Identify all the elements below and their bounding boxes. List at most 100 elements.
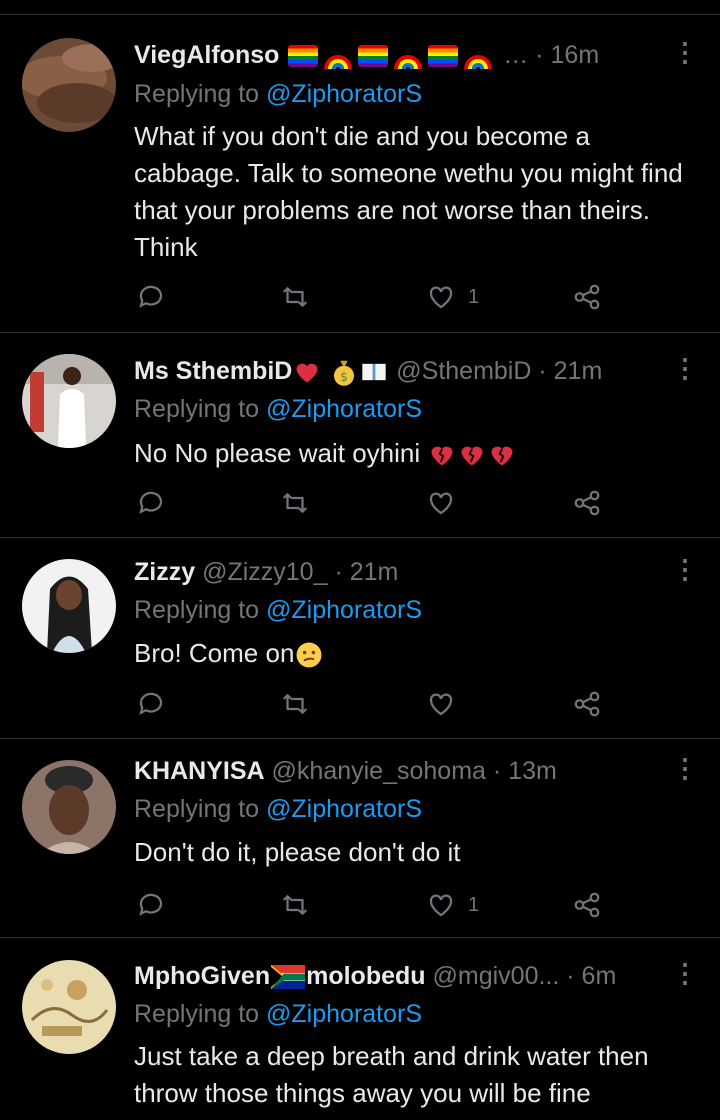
like-button[interactable]: 1 bbox=[426, 277, 479, 317]
replying-to: Replying to @ZiphoratorS bbox=[134, 80, 422, 109]
share-icon bbox=[574, 284, 600, 310]
mention-link[interactable]: @ZiphoratorS bbox=[266, 395, 422, 423]
tweet-text: What if you don't die and you become a c… bbox=[134, 121, 683, 262]
heart-icon bbox=[429, 286, 453, 309]
separator-dot: · bbox=[535, 41, 544, 69]
mention-link[interactable]: @ZiphoratorS bbox=[266, 795, 422, 823]
more-options-icon[interactable]: ⋮ bbox=[672, 556, 698, 586]
name-ellipsis: … bbox=[503, 41, 529, 69]
tweet-text: Bro! Come on bbox=[134, 635, 704, 672]
share-button[interactable] bbox=[572, 684, 602, 724]
avatar[interactable] bbox=[22, 354, 116, 448]
replying-prefix: Replying to bbox=[134, 795, 260, 823]
timestamp[interactable]: 6m bbox=[582, 962, 617, 990]
reply-tweet[interactable]: ViegAlfonso … · 16m ⋮ Replying to @Zipho… bbox=[0, 15, 720, 333]
reply-icon bbox=[139, 491, 163, 514]
reply-button[interactable] bbox=[136, 277, 166, 317]
separator-dot: · bbox=[334, 558, 343, 586]
share-icon bbox=[574, 892, 600, 918]
replying-prefix: Replying to bbox=[134, 80, 260, 108]
avatar[interactable] bbox=[22, 559, 116, 653]
reply-tweet[interactable]: Ms SthembiD $ @SthembiD · 21m ⋮ Replying… bbox=[0, 333, 720, 538]
rainbow-icon bbox=[324, 55, 353, 70]
like-button[interactable] bbox=[426, 483, 456, 523]
like-count: 1 bbox=[468, 893, 480, 916]
separator-dot: · bbox=[538, 357, 547, 385]
avatar[interactable] bbox=[22, 760, 116, 854]
tweet-header: Ms SthembiD $ @SthembiD · 21m bbox=[134, 353, 654, 389]
avatar[interactable] bbox=[22, 38, 116, 132]
retweet-button[interactable] bbox=[280, 277, 310, 317]
like-button[interactable]: 1 bbox=[426, 885, 479, 925]
action-bar: 1 bbox=[134, 885, 614, 925]
like-button[interactable] bbox=[426, 684, 456, 724]
display-name[interactable]: Ms SthembiD bbox=[134, 357, 292, 385]
replying-prefix: Replying to bbox=[134, 596, 260, 624]
separator-dot: · bbox=[492, 757, 502, 785]
timestamp[interactable]: 16m bbox=[551, 41, 600, 69]
action-bar bbox=[134, 483, 614, 523]
display-name[interactable]: KHANYISA bbox=[134, 757, 265, 785]
separator-dot: · bbox=[566, 962, 575, 990]
retweet-icon bbox=[282, 895, 308, 915]
avatar[interactable] bbox=[22, 960, 116, 1054]
reply-button[interactable] bbox=[136, 885, 166, 925]
broken-heart-icon bbox=[491, 446, 513, 466]
reply-tweet[interactable]: KHANYISA @khanyie_sohoma · 13m ⋮ Replyin… bbox=[0, 739, 720, 938]
timestamp[interactable]: 21m bbox=[350, 558, 399, 586]
display-name-suffix[interactable]: molobedu bbox=[306, 962, 425, 990]
share-button[interactable] bbox=[572, 885, 602, 925]
more-options-icon[interactable]: ⋮ bbox=[672, 960, 698, 990]
display-name[interactable]: ViegAlfonso bbox=[134, 41, 279, 69]
reply-button[interactable] bbox=[136, 684, 166, 724]
broken-heart-icon bbox=[461, 446, 483, 466]
broken-heart-icon bbox=[431, 446, 453, 466]
more-options-icon[interactable]: ⋮ bbox=[672, 39, 698, 69]
red-heart-icon bbox=[296, 364, 318, 383]
tweet-text: Don't do it, please don't do it bbox=[134, 837, 461, 867]
rainbow-icon bbox=[394, 55, 423, 70]
book-icon bbox=[362, 364, 386, 381]
timestamp[interactable]: 21m bbox=[554, 357, 603, 385]
reply-tweet[interactable]: Zizzy @Zizzy10_ · 21m ⋮ Replying to @Zip… bbox=[0, 538, 720, 739]
tweet-text: No No please wait oyhini bbox=[134, 435, 704, 472]
user-handle[interactable]: @SthembiD bbox=[396, 357, 531, 385]
share-button[interactable] bbox=[572, 483, 602, 523]
pride-flag-icon bbox=[428, 45, 459, 68]
more-options-icon[interactable]: ⋮ bbox=[672, 755, 698, 785]
retweet-button[interactable] bbox=[280, 483, 310, 523]
pride-flag-icon bbox=[358, 45, 389, 68]
user-handle[interactable]: @mgiv00... bbox=[433, 962, 560, 990]
share-button[interactable] bbox=[572, 277, 602, 317]
reply-icon bbox=[139, 692, 163, 715]
display-name[interactable]: MphoGiven bbox=[134, 962, 270, 990]
retweet-button[interactable] bbox=[280, 885, 310, 925]
retweet-button[interactable] bbox=[280, 684, 310, 724]
mention-link[interactable]: @ZiphoratorS bbox=[266, 596, 422, 624]
mention-link[interactable]: @ZiphoratorS bbox=[266, 80, 422, 108]
retweet-icon bbox=[282, 493, 308, 513]
action-bar bbox=[134, 684, 614, 724]
replying-to: Replying to @ZiphoratorS bbox=[134, 395, 422, 424]
timestamp[interactable]: 13m bbox=[508, 757, 557, 785]
reply-icon bbox=[139, 285, 163, 308]
reply-tweet[interactable]: MphoGiven molobedu @mgiv00... · 6m ⋮ Repl… bbox=[0, 938, 720, 1120]
heart-icon bbox=[429, 693, 453, 716]
tweet-text: Just take a deep breath and drink water … bbox=[134, 1041, 649, 1108]
display-name[interactable]: Zizzy bbox=[134, 558, 195, 586]
svg-text:$: $ bbox=[340, 369, 348, 384]
replying-prefix: Replying to bbox=[134, 1000, 260, 1028]
share-icon bbox=[574, 691, 600, 717]
mention-link[interactable]: @ZiphoratorS bbox=[266, 1000, 422, 1028]
more-options-icon[interactable]: ⋮ bbox=[672, 355, 698, 385]
heart-icon bbox=[429, 492, 453, 515]
user-handle[interactable]: @khanyie_sohoma bbox=[272, 757, 486, 785]
user-handle[interactable]: @Zizzy10_ bbox=[202, 558, 327, 586]
retweet-icon bbox=[282, 287, 308, 307]
confused-face-icon bbox=[296, 642, 322, 668]
tweet-header: KHANYISA @khanyie_sohoma · 13m bbox=[134, 753, 654, 789]
like-count: 1 bbox=[468, 285, 480, 308]
reply-button[interactable] bbox=[136, 483, 166, 523]
replying-to: Replying to @ZiphoratorS bbox=[134, 596, 422, 625]
tweet-header: Zizzy @Zizzy10_ · 21m bbox=[134, 554, 654, 590]
